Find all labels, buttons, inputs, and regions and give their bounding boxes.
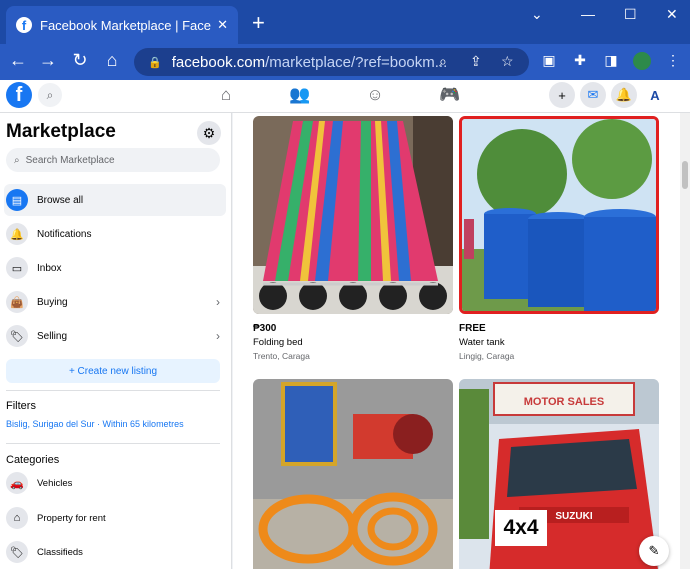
sidebar-item-label: Browse all — [37, 194, 84, 206]
category-label: Vehicles — [37, 477, 73, 489]
listing-card[interactable]: MOTOR SALES SUZUKI 4x4 — [459, 379, 659, 569]
url-path: /marketplace/?ref=bookm... — [265, 53, 448, 71]
sidebar-item-inbox[interactable]: ▭ Inbox — [4, 252, 226, 284]
listing-card[interactable]: ₱300 Folding bed Trento, Caraga — [253, 116, 453, 361]
settings-gear-icon[interactable]: ⚙ — [197, 121, 221, 145]
divider — [6, 443, 220, 444]
car-icon: 🚗 — [6, 472, 28, 494]
minimize-icon[interactable]: — — [581, 6, 595, 22]
listing-title: Folding bed — [253, 337, 303, 348]
maximize-icon[interactable]: ☐ — [624, 6, 637, 23]
new-tab-button[interactable]: + — [252, 10, 265, 36]
side-panel-icon[interactable]: ◨ — [602, 52, 620, 70]
browser-toolbar: ← → ↻ ⌂ 🔒 facebook.com/marketplace/?ref=… — [0, 44, 690, 80]
tab-search-icon[interactable]: ⌄ — [531, 6, 543, 23]
forward-icon[interactable]: → — [36, 50, 60, 71]
bag-icon: 👜 — [6, 291, 28, 313]
inbox-icon: ▭ — [6, 257, 28, 279]
listing-photo-suzuki-truck[interactable]: MOTOR SALES SUZUKI 4x4 — [459, 379, 659, 569]
compose-message-icon[interactable]: ✎ — [639, 536, 669, 566]
house-icon: ⌂ — [6, 507, 28, 529]
share-icon[interactable]: ⇪ — [470, 53, 482, 70]
url-host: facebook.com — [171, 53, 266, 71]
listing-title: Water tank — [459, 337, 505, 348]
listing-photo-water-tank[interactable] — [459, 116, 659, 314]
facebook-favicon-icon: f — [16, 17, 32, 33]
tag-icon: 🏷 — [6, 325, 28, 347]
categories-heading: Categories — [6, 454, 60, 466]
close-window-icon[interactable]: ✕ — [666, 6, 678, 23]
listing-location: Lingig, Caraga — [459, 351, 515, 361]
truck-logo-text: SUZUKI — [555, 511, 592, 522]
gaming-nav-icon[interactable]: 🎮 — [438, 85, 462, 105]
extension-screenshot-icon[interactable]: ▣ — [540, 52, 558, 70]
sidebar-item-browse-all[interactable]: ▤ Browse all — [4, 184, 226, 216]
sidebar-item-selling[interactable]: 🏷 Selling › — [4, 320, 226, 352]
profile-avatar[interactable] — [633, 52, 651, 70]
messenger-icon[interactable]: ✉ — [580, 82, 606, 108]
home-nav-icon[interactable]: ⌂ — [214, 85, 238, 105]
search-icon: ⌕ — [14, 154, 20, 166]
listing-location: Trento, Caraga — [253, 351, 310, 361]
tag-icon: 🏷 — [6, 541, 28, 563]
listing-photo-folding-bed[interactable] — [253, 116, 453, 314]
category-property-for-rent[interactable]: ⌂ Property for rent — [4, 503, 226, 533]
account-avatar[interactable]: A — [642, 82, 668, 108]
sidebar-item-buying[interactable]: 👜 Buying › — [4, 286, 226, 318]
friends-nav-icon[interactable]: 👥 — [288, 85, 312, 105]
chevron-right-icon: › — [216, 295, 220, 309]
listing-card[interactable] — [253, 379, 453, 569]
tab-title: Facebook Marketplace | Facebook — [40, 17, 212, 33]
lock-icon: 🔒 — [148, 56, 162, 69]
page-scrollbar[interactable] — [680, 113, 690, 569]
reload-icon[interactable]: ↻ — [68, 50, 92, 71]
browser-tab[interactable]: f Facebook Marketplace | Facebook ✕ — [6, 6, 238, 44]
facebook-logo-icon[interactable]: f — [6, 82, 32, 108]
address-bar[interactable]: 🔒 facebook.com/marketplace/?ref=bookm...… — [134, 48, 529, 76]
sidebar-item-label: Notifications — [37, 228, 92, 240]
browser-menu-icon[interactable]: ⋮ — [664, 52, 682, 70]
bookmark-star-icon[interactable]: ☆ — [501, 53, 514, 70]
listing-price: ₱300 — [253, 323, 277, 334]
scrollbar-thumb[interactable] — [682, 161, 688, 189]
category-label: Property for rent — [37, 512, 106, 524]
extensions-puzzle-icon[interactable]: ✚ — [571, 52, 589, 70]
divider — [6, 390, 220, 391]
photo-overlay-label: 4x4 — [495, 510, 547, 546]
home-icon[interactable]: ⌂ — [100, 50, 124, 71]
bell-icon: 🔔 — [6, 223, 28, 245]
search-placeholder: Search Marketplace — [25, 154, 115, 166]
sidebar-item-notifications[interactable]: 🔔 Notifications — [4, 218, 226, 250]
listing-photo-pump-sprayer[interactable] — [253, 379, 453, 569]
facebook-header: f ⌕ ⌂ 👥 ☺ 🎮 + ✉ 🔔 A — [0, 80, 690, 113]
location-filter-link[interactable]: Bislig, Surigao del Sur · Within 65 kilo… — [6, 419, 184, 429]
tab-close-icon[interactable]: ✕ — [217, 17, 228, 33]
listing-price: FREE — [459, 323, 486, 334]
sidebar-item-label: Inbox — [37, 262, 62, 274]
category-classifieds[interactable]: 🏷 Classifieds — [4, 537, 226, 567]
groups-nav-icon[interactable]: ☺ — [363, 85, 387, 105]
page-title: Marketplace — [6, 121, 116, 142]
dealer-sign-text: MOTOR SALES — [524, 396, 604, 408]
notifications-bell-icon[interactable]: 🔔 — [611, 82, 637, 108]
marketplace-search-input[interactable]: ⌕ Search Marketplace — [6, 148, 220, 172]
marketplace-sidebar: Marketplace ⚙ ⌕ Search Marketplace ▤ Bro… — [0, 113, 232, 569]
zoom-icon[interactable]: ⌕ — [439, 53, 447, 70]
category-vehicles[interactable]: 🚗 Vehicles — [4, 468, 226, 498]
create-menu-icon[interactable]: + — [549, 82, 575, 108]
facebook-search-icon[interactable]: ⌕ — [38, 83, 62, 107]
storefront-icon: ▤ — [6, 189, 28, 211]
category-label: Classifieds — [37, 546, 83, 558]
filters-heading: Filters — [6, 400, 36, 412]
sidebar-item-label: Buying — [37, 296, 68, 308]
browser-tab-bar: f Facebook Marketplace | Facebook ✕ + ⌄ … — [0, 0, 690, 44]
create-listing-button[interactable]: + Create new listing — [6, 359, 220, 383]
listings-grid: ₱300 Folding bed Trento, Caraga FREE Wat… — [233, 113, 680, 569]
back-icon[interactable]: ← — [6, 50, 30, 71]
sidebar-item-label: Selling — [37, 330, 68, 342]
chevron-right-icon: › — [216, 329, 220, 343]
listing-card[interactable]: FREE Water tank Lingig, Caraga — [459, 116, 659, 361]
